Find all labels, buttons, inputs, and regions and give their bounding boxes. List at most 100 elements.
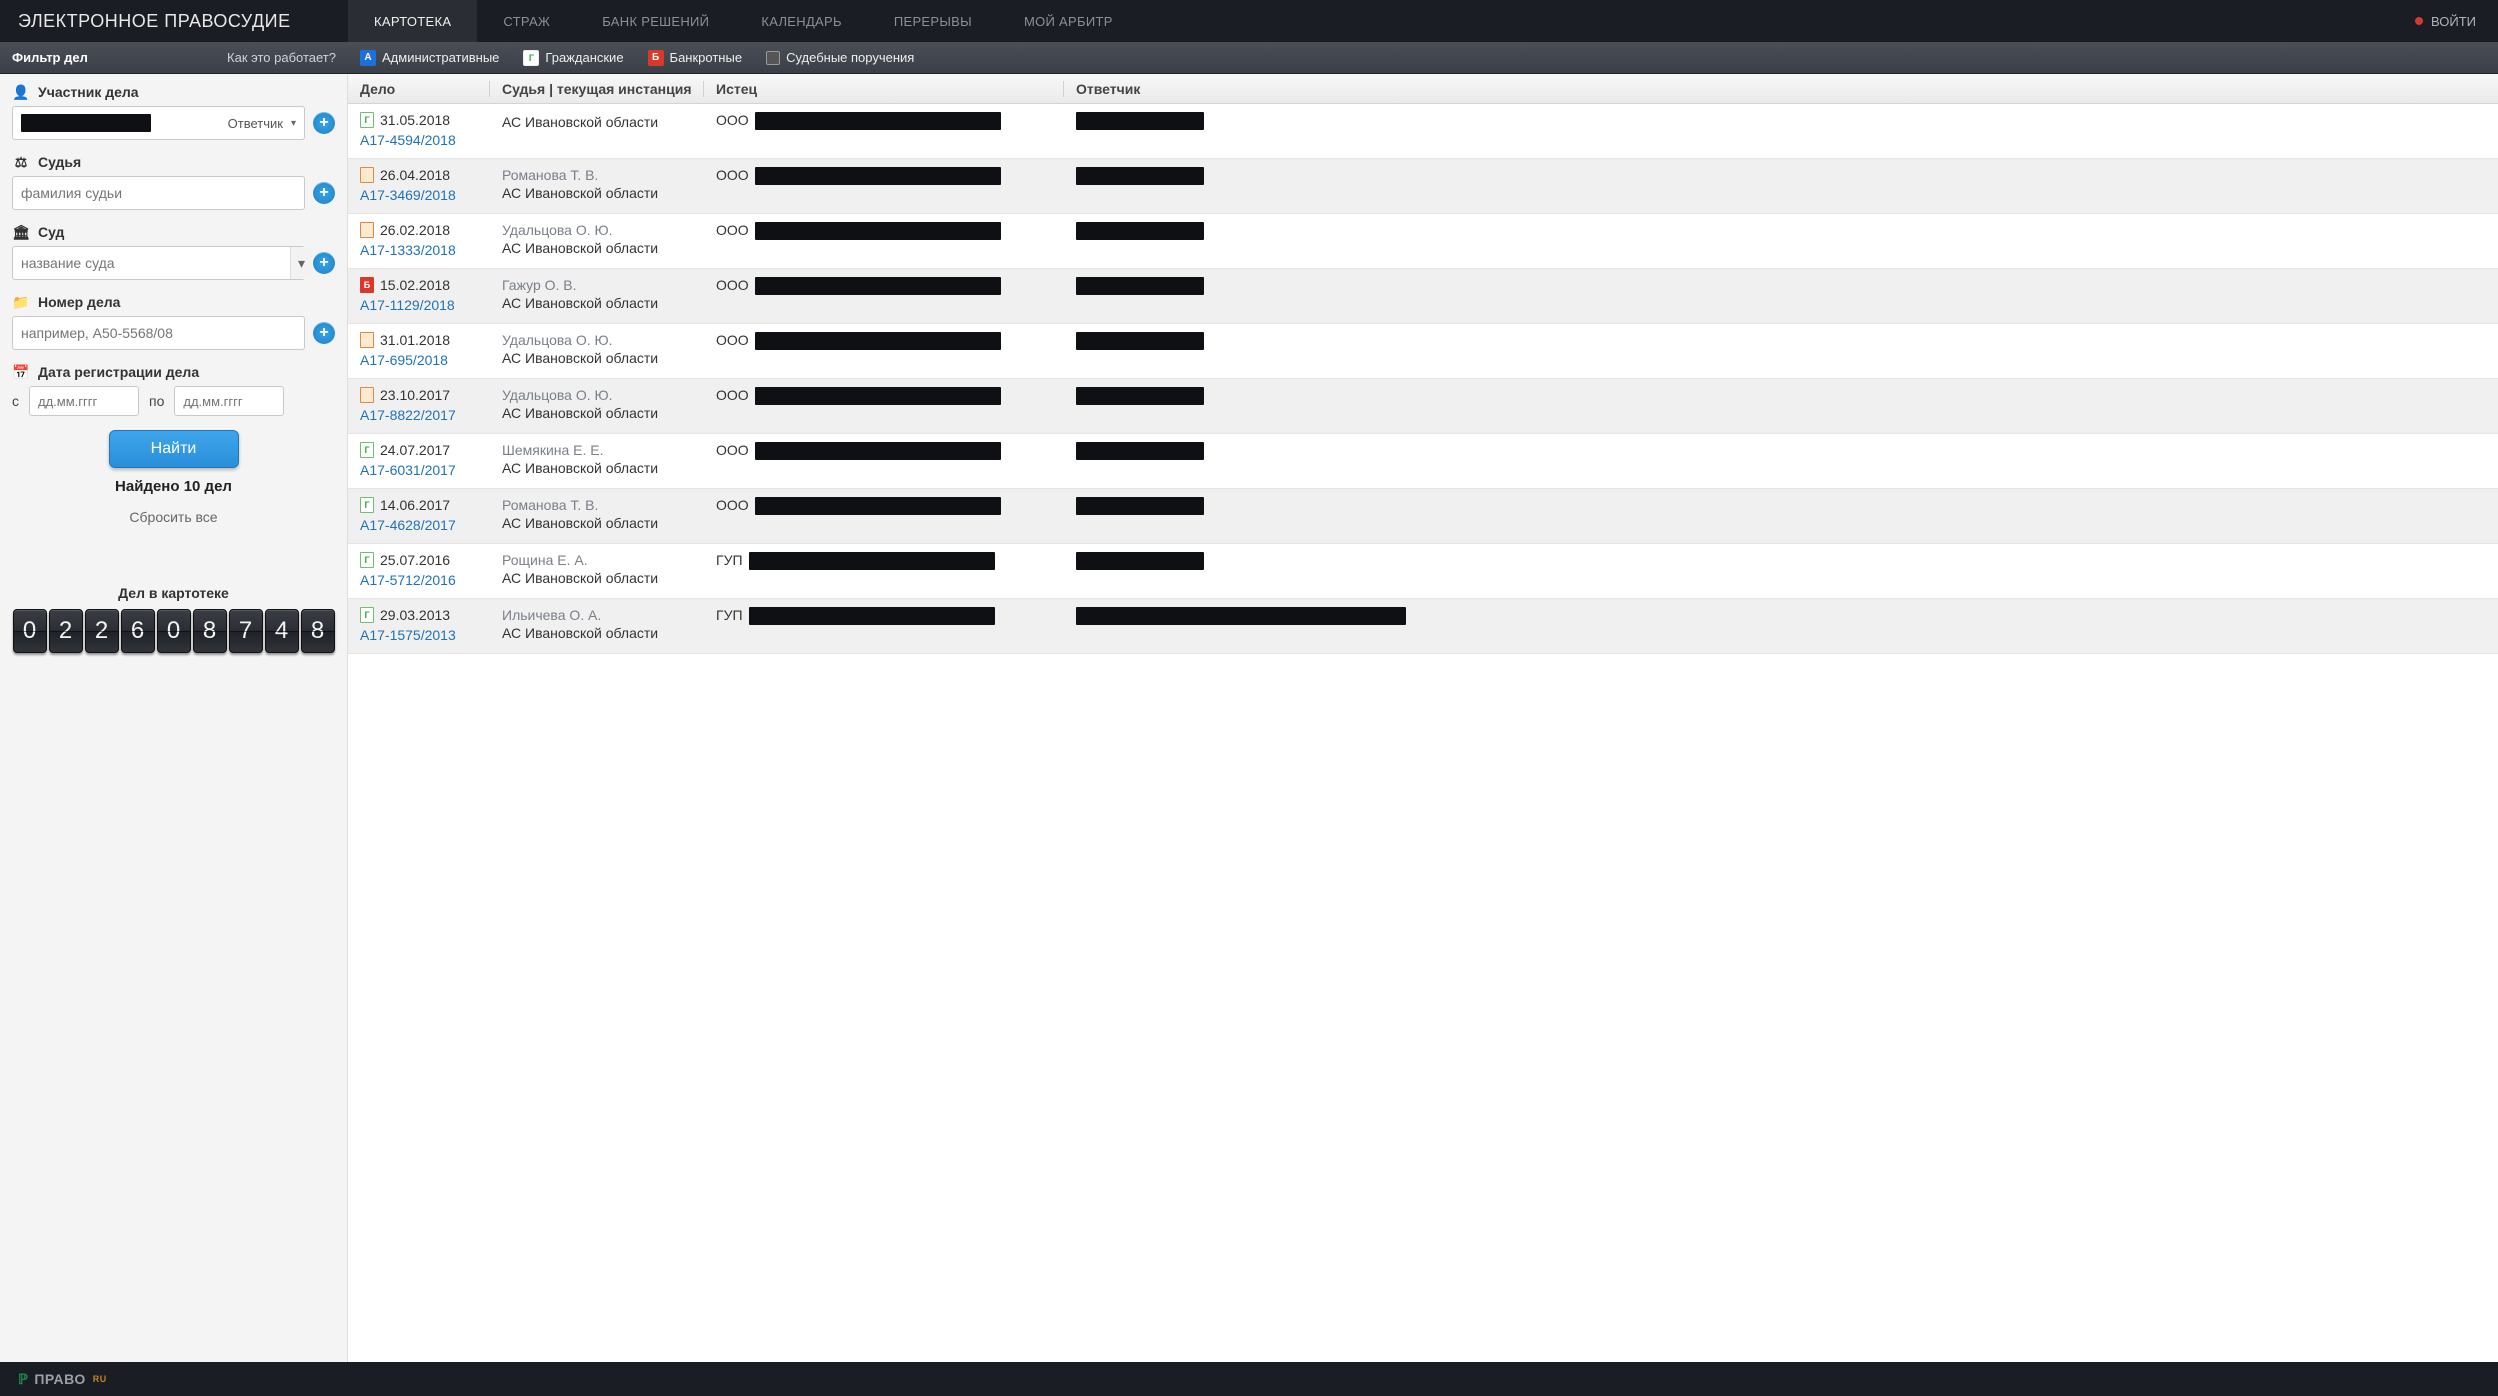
doc-type-icon	[360, 332, 374, 348]
table-row[interactable]: Г14.06.2017А17-4628/2017 Романова Т. В. АС…	[348, 489, 2498, 544]
table-row[interactable]: 26.04.2018А17-3469/2018Романова Т. В.АС …	[348, 159, 2498, 214]
table-row[interactable]: 23.10.2017А17-8822/2017Удальцова О. Ю.АС…	[348, 379, 2498, 434]
case-number-link[interactable]: А17-4628/2017	[360, 517, 490, 533]
court-input-wrap[interactable]: ▾	[12, 246, 305, 280]
results-count: Найдено 10 дел	[12, 478, 335, 495]
counter-digit: 0	[157, 609, 191, 653]
header-judge[interactable]: Судья | текущая инстанция	[490, 81, 704, 97]
add-judge-button[interactable]: +	[313, 182, 335, 204]
header-case[interactable]: Дело	[348, 81, 490, 97]
court-input[interactable]	[21, 255, 284, 271]
nav-tab[interactable]: БАНК РЕШЕНИЙ	[576, 0, 735, 42]
category-filter-bank[interactable]: ББанкротные	[648, 50, 743, 66]
category-label: Гражданские	[545, 50, 623, 65]
header-plaintiff[interactable]: Истец	[704, 81, 1064, 97]
cell-judge: Романова Т. В.АС Ивановской области	[490, 167, 704, 203]
category-filters: ААдминистративные ГГражданские ББанкротные…	[348, 50, 2498, 66]
category-filter-civ[interactable]: ГГражданские	[523, 50, 623, 66]
category-filter-adm[interactable]: ААдминистративные	[360, 50, 499, 66]
judge-input[interactable]	[21, 185, 296, 201]
nav-tab[interactable]: СТРАЖ	[477, 0, 576, 42]
defendant-name-redacted	[1076, 222, 1204, 240]
header-defendant[interactable]: Ответчик	[1064, 81, 2498, 97]
plaintiff-prefix: ГУП	[716, 607, 743, 623]
court-dropdown-toggle[interactable]: ▾	[290, 247, 312, 279]
results-table: Дело Судья | текущая инстанция Истец Отв…	[348, 74, 2498, 1362]
filter-sidebar: Участник дела Ответчик ▾ + Судья +	[0, 74, 348, 1362]
cell-case: Г14.06.2017А17-4628/2017	[348, 497, 490, 533]
footer: ℙ ПРАВОRU	[0, 1362, 2498, 1396]
plaintiff-prefix: ООО	[716, 277, 749, 293]
category-filter-assign[interactable]: Судебные поручения	[766, 50, 914, 65]
table-row[interactable]: Г24.07.2017А17-6031/2017Шемякина Е. Е.АС…	[348, 434, 2498, 489]
doc-type-icon: Г	[360, 552, 374, 568]
casenum-input-wrap[interactable]	[12, 316, 305, 350]
chevron-down-icon: ▾	[291, 118, 296, 129]
plaintiff-name-redacted	[755, 277, 1001, 295]
table-row[interactable]: Г31.05.2018А17-4594/2018АС Ивановской об…	[348, 104, 2498, 159]
table-header: Дело Судья | текущая инстанция Истец Отв…	[348, 74, 2498, 104]
search-button[interactable]: Найти	[109, 430, 239, 468]
court-name: АС Ивановской области	[502, 515, 704, 531]
case-number-link[interactable]: А17-6031/2017	[360, 462, 490, 478]
casenum-input[interactable]	[21, 325, 296, 341]
participant-role[interactable]: Ответчик	[228, 116, 283, 131]
defendant-name-redacted	[1076, 552, 1204, 570]
table-body: Г31.05.2018А17-4594/2018 АС Ивановской об…	[348, 104, 2498, 654]
cell-judge: Удальцова О. Ю.АС Ивановской области	[490, 222, 704, 258]
case-number-link[interactable]: А17-1129/2018	[360, 297, 490, 313]
case-counter: 022608748	[12, 609, 335, 665]
case-number-link[interactable]: А17-8822/2017	[360, 407, 490, 423]
category-label: Судебные поручения	[786, 50, 914, 65]
cell-case: Г31.05.2018А17-4594/2018	[348, 112, 490, 148]
case-number-link[interactable]: А17-1575/2013	[360, 627, 490, 643]
defendant-name-redacted	[1076, 497, 1204, 515]
judge-name: Рощина Е. А.	[502, 552, 704, 568]
add-court-button[interactable]: +	[313, 252, 335, 274]
case-number-link[interactable]: А17-3469/2018	[360, 187, 490, 203]
case-number-link[interactable]: А17-5712/2016	[360, 572, 490, 588]
date-from-input[interactable]	[29, 386, 139, 416]
help-link[interactable]: Как это работает?	[227, 50, 336, 65]
case-number-link[interactable]: А17-4594/2018	[360, 132, 490, 148]
add-participant-button[interactable]: +	[313, 112, 335, 134]
calendar-icon	[12, 364, 30, 380]
case-number-link[interactable]: А17-1333/2018	[360, 242, 490, 258]
cell-case: 26.02.2018А17-1333/2018	[348, 222, 490, 258]
add-casenum-button[interactable]: +	[313, 322, 335, 344]
nav-tab[interactable]: КАРТОТЕКА	[348, 0, 477, 42]
cell-case: Б15.02.2018А17-1129/2018	[348, 277, 490, 313]
court-name: АС Ивановской области	[502, 460, 704, 476]
judge-name: Удальцова О. Ю.	[502, 387, 704, 403]
table-row[interactable]: 26.02.2018А17-1333/2018Удальцова О. Ю.АС…	[348, 214, 2498, 269]
table-row[interactable]: Б15.02.2018А17-1129/2018Гажур О. В.АС Ив…	[348, 269, 2498, 324]
category-label: Административные	[382, 50, 499, 65]
table-row[interactable]: Г25.07.2016А17-5712/2016Рощина Е. А.АС И…	[348, 544, 2498, 599]
judge-name: Романова Т. В.	[502, 497, 704, 513]
nav-tab[interactable]: МОЙ АРБИТР	[998, 0, 1139, 42]
case-date: 31.01.2018	[380, 332, 450, 348]
nav-tab[interactable]: ПЕРЕРЫВЫ	[868, 0, 998, 42]
participant-input[interactable]: Ответчик ▾	[12, 106, 305, 140]
footer-logo[interactable]: ℙ ПРАВОRU	[18, 1371, 107, 1388]
doc-type-icon: Г	[360, 442, 374, 458]
case-date: 15.02.2018	[380, 277, 450, 293]
subbar-left: Фильтр дел Как это работает?	[0, 50, 348, 65]
cell-defendant	[1064, 112, 2498, 148]
cell-plaintiff: ГУП	[704, 552, 1064, 588]
reset-filters-link[interactable]: Сбросить все	[12, 509, 335, 525]
nav-tab[interactable]: КАЛЕНДАРЬ	[735, 0, 868, 42]
plaintiff-prefix: ООО	[716, 222, 749, 238]
date-to-input[interactable]	[174, 386, 284, 416]
defendant-name-redacted	[1076, 112, 1204, 130]
table-row[interactable]: 31.01.2018А17-695/2018Удальцова О. Ю.АС …	[348, 324, 2498, 379]
plaintiff-name-redacted	[755, 387, 1001, 405]
case-number-link[interactable]: А17-695/2018	[360, 352, 490, 368]
table-row[interactable]: Г29.03.2013А17-1575/2013Ильичева О. А.АС…	[348, 599, 2498, 654]
judge-name: Шемякина Е. Е.	[502, 442, 704, 458]
filter-judge: Судья +	[12, 154, 335, 210]
cell-judge: Удальцова О. Ю.АС Ивановской области	[490, 387, 704, 423]
login-button[interactable]: ВОЙТИ	[2393, 0, 2498, 42]
judge-name: Удальцова О. Ю.	[502, 222, 704, 238]
judge-input-wrap[interactable]	[12, 176, 305, 210]
